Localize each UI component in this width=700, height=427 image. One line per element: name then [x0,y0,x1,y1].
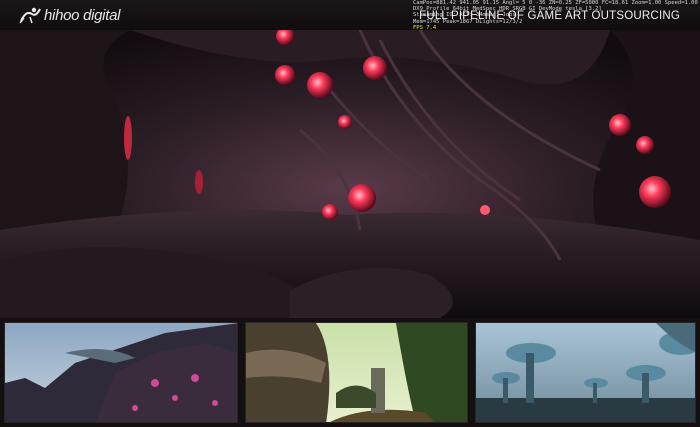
runner-logo-icon [19,7,41,24]
logo-text: hihoo digital [44,6,121,24]
header-bar: hihoo digital CamPos=881.42 941.05 91.15… [0,0,700,31]
thumbnail-crystal-cliffs[interactable] [4,322,238,423]
crystal-cliffs-image [5,323,237,422]
thumbnail-mushroom-forest[interactable] [475,322,696,423]
forest-ruins-image [246,323,467,422]
thumbnail-forest-ruins[interactable] [245,322,468,423]
brand-logo[interactable]: hihoo digital [18,5,120,25]
hero-screenshot[interactable] [0,30,700,318]
thumbnail-strip [0,318,700,427]
tagline: FULL PIPELINE OF GAME ART OUTSOURCING [419,10,680,22]
cave-scene-image [0,30,700,318]
mushroom-forest-image [476,323,695,422]
